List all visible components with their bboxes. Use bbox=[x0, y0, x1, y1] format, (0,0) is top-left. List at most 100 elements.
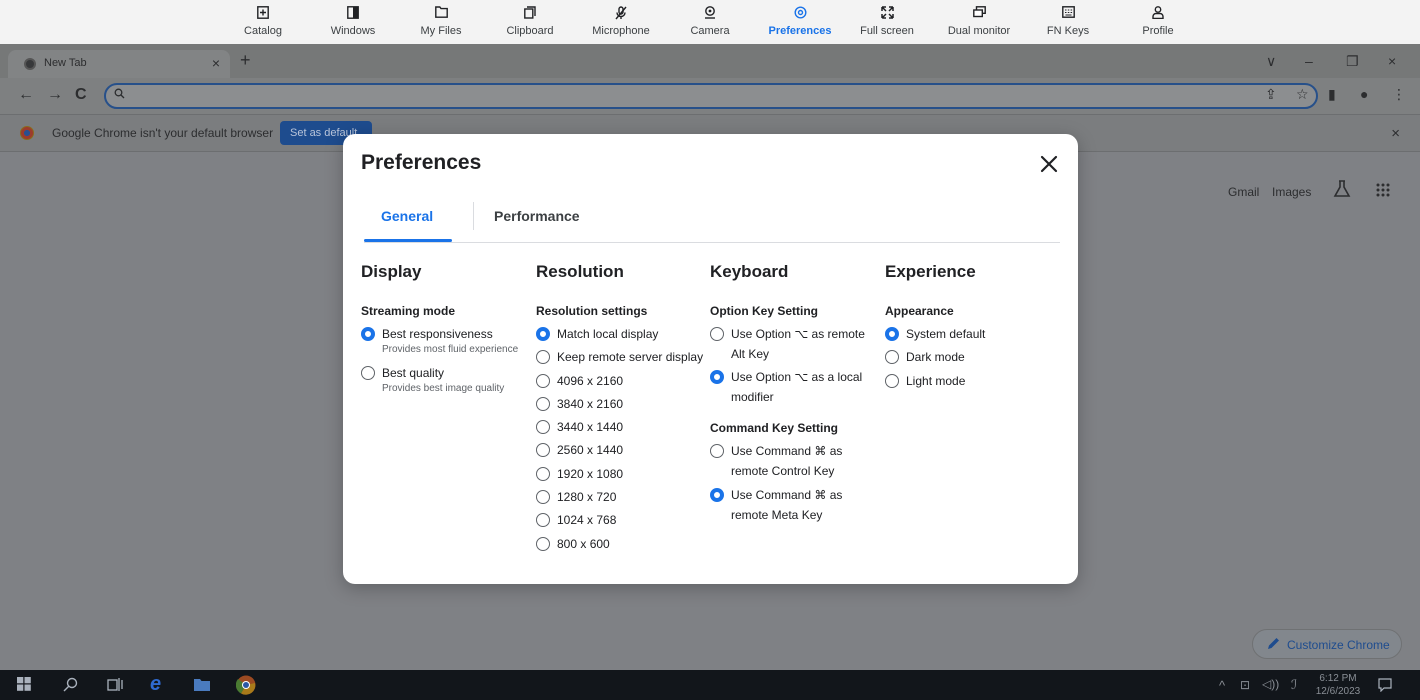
fullscreen-icon bbox=[881, 6, 894, 19]
minimize-icon[interactable]: – bbox=[1305, 53, 1313, 69]
tab-divider bbox=[473, 202, 474, 230]
option-label: System default bbox=[906, 327, 986, 341]
search-icon bbox=[114, 88, 125, 99]
option-label: Light mode bbox=[906, 373, 966, 388]
window-close-icon[interactable]: × bbox=[1388, 53, 1396, 69]
clock-date[interactable]: 12/6/2023 bbox=[1312, 686, 1364, 697]
radio-res-1920[interactable]: 1920 x 1080 bbox=[536, 464, 711, 484]
radio-command-remote-control[interactable]: Use Command ⌘ as remote Control Key bbox=[710, 441, 878, 481]
windows-icon bbox=[347, 6, 359, 19]
radio-system-default[interactable]: System default bbox=[885, 324, 1060, 344]
preferences-dialog: Preferences General Performance Display … bbox=[343, 134, 1078, 584]
radio-option-remote-alt[interactable]: Use Option ⌥ as remote Alt Key bbox=[710, 324, 878, 364]
close-icon[interactable] bbox=[1039, 154, 1059, 174]
tab-search-icon[interactable]: ∨ bbox=[1266, 53, 1276, 70]
chrome-taskbar-icon[interactable] bbox=[236, 675, 256, 695]
bookmark-star-icon[interactable]: ☆ bbox=[1296, 86, 1309, 103]
resolution-section: Resolution Resolution settings Match loc… bbox=[536, 262, 711, 557]
radio-res-1280[interactable]: 1280 x 720 bbox=[536, 487, 711, 507]
tab-close-icon[interactable]: × bbox=[212, 55, 220, 71]
command-key-setting-label: Command Key Setting bbox=[710, 421, 839, 436]
resolution-settings-label: Resolution settings bbox=[536, 304, 648, 318]
apps-grid-icon[interactable] bbox=[1376, 183, 1390, 197]
display-heading: Display bbox=[361, 262, 422, 281]
windows-start-icon[interactable] bbox=[17, 677, 31, 691]
share-icon[interactable]: ⇪ bbox=[1265, 86, 1277, 103]
notification-icon[interactable] bbox=[1378, 678, 1392, 692]
option-label: Use Command ⌘ as remote Control Key bbox=[731, 444, 843, 479]
radio-best-responsiveness[interactable]: Best responsiveness bbox=[361, 324, 536, 344]
option-label: 1024 x 768 bbox=[557, 513, 617, 528]
radio-best-quality[interactable]: Best quality bbox=[361, 363, 536, 383]
radio-unselected-icon bbox=[361, 366, 375, 380]
option-key-setting-label: Option Key Setting bbox=[710, 304, 818, 318]
option-label: Best quality bbox=[382, 366, 445, 380]
radio-selected-icon bbox=[536, 327, 550, 341]
forward-icon[interactable]: → bbox=[47, 86, 63, 104]
labs-flask-icon[interactable] bbox=[1333, 180, 1351, 198]
tray-chevron-icon[interactable]: ^ bbox=[1219, 678, 1225, 693]
radio-keep-remote-display[interactable]: Keep remote server display bbox=[536, 347, 711, 367]
reload-icon[interactable]: C bbox=[75, 86, 87, 104]
menu-icon[interactable]: ⋮ bbox=[1392, 86, 1406, 103]
tab-general[interactable]: General bbox=[381, 208, 433, 224]
customize-chrome-label: Customize Chrome bbox=[1287, 638, 1390, 652]
radio-selected-icon bbox=[361, 327, 375, 341]
volume-icon[interactable]: ◁)) bbox=[1262, 677, 1279, 691]
radio-unselected-icon bbox=[885, 373, 899, 388]
streaming-toolbar: Catalog Windows My Files Clipboard Micro… bbox=[0, 0, 1420, 44]
option-label: 3440 x 1440 bbox=[557, 420, 624, 435]
task-view-icon[interactable] bbox=[107, 677, 123, 692]
active-tab-indicator bbox=[364, 239, 452, 242]
infobar-close-icon[interactable]: × bbox=[1391, 125, 1400, 142]
gear-icon bbox=[794, 6, 807, 19]
option-label: Use Command ⌘ as remote Meta Key bbox=[731, 487, 843, 522]
new-tab-button[interactable]: + bbox=[240, 50, 251, 71]
restore-icon[interactable]: ❐ bbox=[1346, 53, 1359, 70]
customize-chrome-button[interactable]: Customize Chrome bbox=[1252, 629, 1402, 659]
radio-unselected-icon bbox=[536, 396, 550, 411]
profile-avatar-icon[interactable]: ● bbox=[1360, 86, 1368, 102]
browser-tab[interactable]: New Tab × bbox=[8, 50, 230, 78]
network-icon[interactable]: ⊡ bbox=[1240, 678, 1250, 692]
radio-option-local-modifier[interactable]: Use Option ⌥ as a local modifier bbox=[710, 367, 878, 407]
radio-res-3840[interactable]: 3840 x 2160 bbox=[536, 394, 711, 414]
navigation-bar: ← → C ⇪ ☆ ▮ ● ⋮ bbox=[0, 78, 1420, 114]
pencil-icon bbox=[1268, 638, 1279, 649]
radio-unselected-icon bbox=[536, 350, 550, 365]
preferences-tabs: General Performance bbox=[364, 200, 1060, 243]
radio-res-800[interactable]: 800 x 600 bbox=[536, 534, 711, 554]
radio-light-mode[interactable]: Light mode bbox=[885, 371, 1060, 391]
radio-res-2560[interactable]: 2560 x 1440 bbox=[536, 440, 711, 460]
radio-unselected-icon bbox=[710, 327, 724, 341]
radio-match-local-display[interactable]: Match local display bbox=[536, 324, 711, 344]
clipboard-icon bbox=[524, 6, 536, 19]
address-bar[interactable] bbox=[104, 83, 1318, 109]
back-icon[interactable]: ← bbox=[18, 86, 34, 104]
radio-selected-icon bbox=[885, 327, 899, 341]
windows-taskbar: e ^ ⊡ ◁)) ℐ 6:12 PM 12/6/2023 bbox=[0, 670, 1420, 700]
option-label: Use Option ⌥ as a local modifier bbox=[731, 370, 863, 405]
radio-dark-mode[interactable]: Dark mode bbox=[885, 347, 1060, 367]
radio-res-3440[interactable]: 3440 x 1440 bbox=[536, 417, 711, 437]
streaming-mode-label: Streaming mode bbox=[361, 304, 456, 318]
option-description: Provides most fluid experience bbox=[382, 344, 519, 355]
pen-icon[interactable]: ℐ bbox=[1291, 677, 1297, 693]
edge-icon[interactable]: e bbox=[150, 673, 161, 696]
resolution-heading: Resolution bbox=[536, 262, 624, 281]
toolbar-profile[interactable]: Profile bbox=[1103, 0, 1213, 44]
radio-res-4096[interactable]: 4096 x 2160 bbox=[536, 371, 711, 391]
file-explorer-icon[interactable] bbox=[193, 677, 211, 692]
clock-time[interactable]: 6:12 PM bbox=[1312, 673, 1364, 684]
side-panel-icon[interactable]: ▮ bbox=[1328, 86, 1336, 103]
camera-icon bbox=[705, 6, 715, 19]
images-link[interactable]: Images bbox=[1272, 185, 1311, 199]
dialog-title: Preferences bbox=[361, 151, 482, 174]
radio-unselected-icon bbox=[536, 443, 550, 458]
search-icon[interactable] bbox=[63, 677, 78, 692]
radio-command-remote-meta[interactable]: Use Command ⌘ as remote Meta Key bbox=[710, 485, 878, 525]
option-label: 1920 x 1080 bbox=[557, 466, 624, 481]
radio-res-1024[interactable]: 1024 x 768 bbox=[536, 510, 711, 530]
gmail-link[interactable]: Gmail bbox=[1228, 185, 1259, 199]
tab-performance[interactable]: Performance bbox=[494, 208, 580, 224]
